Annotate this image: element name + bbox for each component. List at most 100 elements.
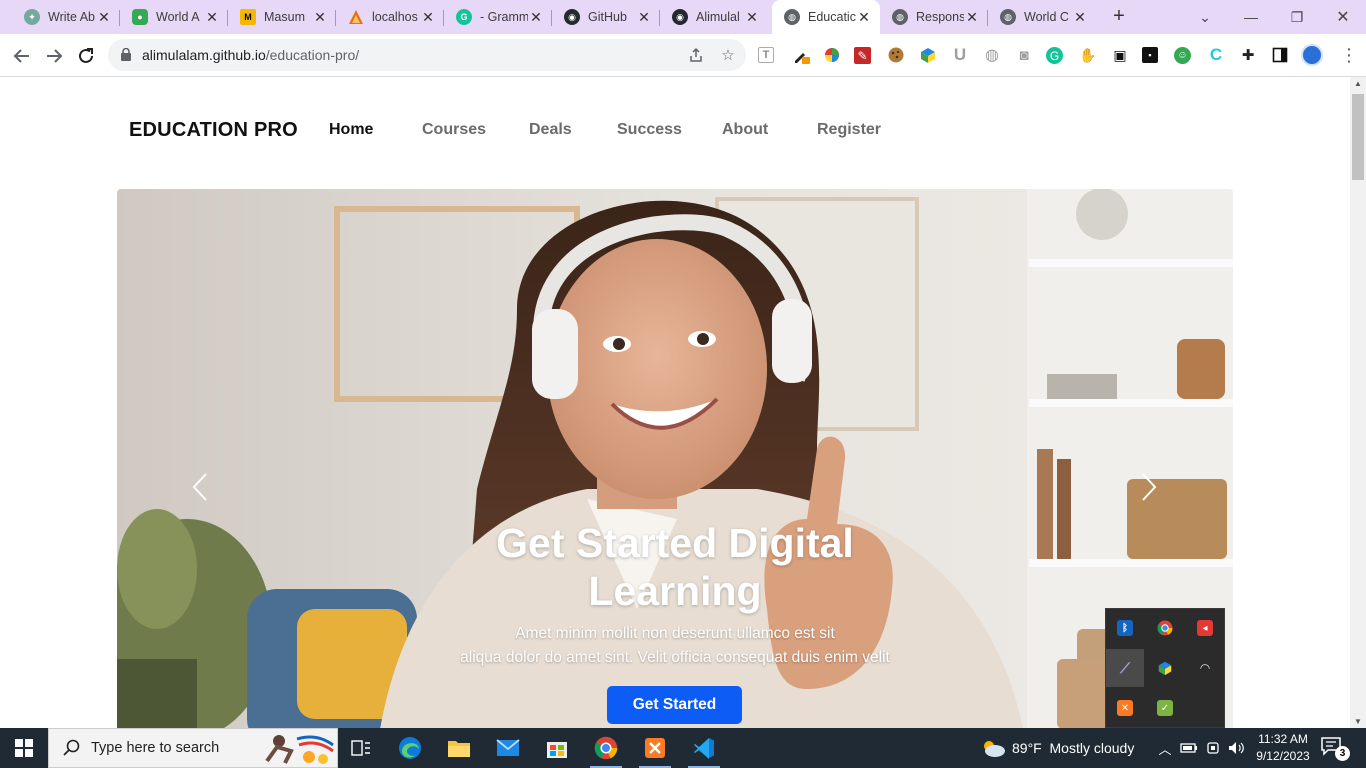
feather-tray-icon[interactable]: ⟋ [1106,649,1144,687]
taskbar-search-box[interactable]: Type here to search [48,728,338,768]
address-bar[interactable]: alimulalam.github.io/education-pro/ ☆ [108,39,746,71]
close-tab-icon[interactable]: ✕ [420,9,436,26]
reload-icon [79,48,93,63]
mail-icon[interactable] [484,728,532,768]
nav-link-about[interactable]: About [722,121,768,139]
browser-menu-icon[interactable]: ⋮ [1340,44,1358,66]
hotspot-tray-icon[interactable]: ◠ [1186,649,1224,687]
search-highlight-art-icon [265,735,334,764]
close-tab-icon[interactable]: ✕ [744,9,760,26]
forward-button[interactable] [40,42,68,70]
puzzle-extensions-icon[interactable]: ✚ [1238,45,1258,65]
browser-tab[interactable]: ◉ GitHub ✕ [552,2,660,32]
vscode-icon[interactable] [680,728,728,768]
close-tab-icon[interactable]: ✕ [964,9,980,26]
carousel-prev-button[interactable] [185,469,215,505]
globe-extension-icon[interactable]: ◍ [982,45,1002,65]
chevron-left-icon [192,473,207,501]
briefcase-extension-icon[interactable]: ▣ [1110,45,1130,65]
text-extension-icon[interactable]: T [758,47,774,63]
scrollbar-thumb[interactable] [1352,94,1364,180]
task-view-icon[interactable] [337,728,385,768]
windows-taskbar: Type here to search 89°F Mostly cloudy ︿… [0,728,1366,768]
bluetooth-tray-icon[interactable]: ᛒ [1106,609,1144,647]
nav-link-deals[interactable]: Deals [529,121,572,139]
battery-icon[interactable] [1178,728,1200,768]
pdf-extension-icon[interactable]: ✎ [854,47,871,64]
edge-icon[interactable] [386,728,434,768]
browser-tab-active[interactable]: ◍ Educatic ✕ [772,0,880,34]
github-icon: ◉ [564,9,580,25]
close-tab-icon[interactable]: ✕ [636,9,652,26]
robot-extension-icon[interactable]: ☺ [1174,47,1191,64]
screen-recorder-tray-icon[interactable]: ◂ [1186,609,1224,647]
globe-icon: ◍ [892,9,908,25]
url-text[interactable]: alimulalam.github.io/education-pro/ [142,47,359,63]
reload-button[interactable] [72,42,100,70]
xampp-tray-icon[interactable]: ✕ [1106,689,1144,727]
cube-extension-icon[interactable] [918,45,938,65]
eyedropper-extension-icon[interactable] [791,45,811,65]
cookie-extension-icon[interactable] [886,45,906,65]
u-extension-icon[interactable]: U [950,45,970,65]
security-check-tray-icon[interactable]: ✓ [1146,689,1184,727]
close-tab-icon[interactable]: ✕ [528,9,544,26]
volume-icon[interactable] [1225,728,1247,768]
close-tab-icon[interactable]: ✕ [856,9,872,26]
side-panel-icon[interactable] [1270,45,1290,65]
microsoft-store-icon[interactable] [533,728,581,768]
cube-tray-icon[interactable] [1146,649,1184,687]
network-icon[interactable] [1202,728,1224,768]
camera-extension-icon[interactable]: ◙ [1014,45,1034,65]
show-hidden-icons-chevron-icon[interactable]: ︿ [1155,728,1175,768]
weather-widget[interactable]: 89°F Mostly cloudy [980,728,1134,768]
grammarly-extension-icon[interactable]: G [1046,47,1063,64]
tab-search-icon[interactable]: ⌄ [1182,0,1228,34]
page-scrollbar[interactable]: ▲ ▼ [1350,77,1366,728]
file-explorer-icon[interactable] [435,728,483,768]
nav-link-success[interactable]: Success [617,121,682,139]
bookmark-star-icon[interactable]: ☆ [718,45,738,65]
share-icon[interactable] [686,45,706,65]
minimize-button[interactable]: — [1228,0,1274,34]
browser-tab[interactable]: ◍ World C ✕ [988,2,1096,32]
new-tab-button[interactable]: + [1107,5,1131,29]
browser-tab[interactable]: ✦ Write Ab ✕ [12,2,120,32]
dark-box-extension-icon[interactable]: ▪ [1142,47,1158,63]
back-button[interactable] [8,42,36,70]
browser-tab[interactable]: ◉ Alimulal ✕ [660,2,768,32]
color-wheel-extension-icon[interactable] [822,45,842,65]
chatgpt-icon: ✦ [24,9,40,25]
chevron-right-icon [1142,473,1157,501]
restore-button[interactable]: ❐ [1274,0,1320,34]
nav-link-register[interactable]: Register [817,121,881,139]
profile-avatar[interactable] [1301,44,1323,66]
lock-icon[interactable] [120,48,132,61]
browser-tab[interactable]: M Masum ✕ [228,2,336,32]
get-started-button[interactable]: Get Started [607,686,742,724]
scroll-down-icon[interactable]: ▼ [1354,717,1362,726]
close-tab-icon[interactable]: ✕ [1072,9,1088,26]
close-tab-icon[interactable]: ✕ [312,9,328,26]
xampp-taskbar-icon[interactable] [631,728,679,768]
globe-icon: ◍ [1000,9,1016,25]
action-center-button[interactable]: 3 [1320,736,1350,762]
c-extension-icon[interactable]: C [1206,45,1226,65]
site-logo[interactable]: EDUCATION PRO [129,119,298,142]
close-window-button[interactable]: ✕ [1320,0,1366,34]
browser-tab[interactable]: G - Gramm ✕ [444,2,552,32]
close-tab-icon[interactable]: ✕ [204,9,220,26]
start-button[interactable] [0,728,48,768]
nav-link-home[interactable]: Home [329,121,373,139]
taskbar-clock[interactable]: 11:32 AM 9/12/2023 [1250,731,1316,765]
browser-tab[interactable]: ● World A ✕ [120,2,228,32]
chrome-taskbar-icon[interactable] [582,728,630,768]
browser-tab[interactable]: ◍ Respons ✕ [880,2,988,32]
chrome-tray-icon[interactable] [1146,609,1184,647]
browser-tab[interactable]: localhos ✕ [336,2,444,32]
hand-extension-icon[interactable]: ✋ [1078,45,1098,65]
close-tab-icon[interactable]: ✕ [96,9,112,26]
scroll-up-icon[interactable]: ▲ [1354,79,1362,88]
nav-link-courses[interactable]: Courses [422,121,486,139]
carousel-next-button[interactable] [1134,469,1164,505]
